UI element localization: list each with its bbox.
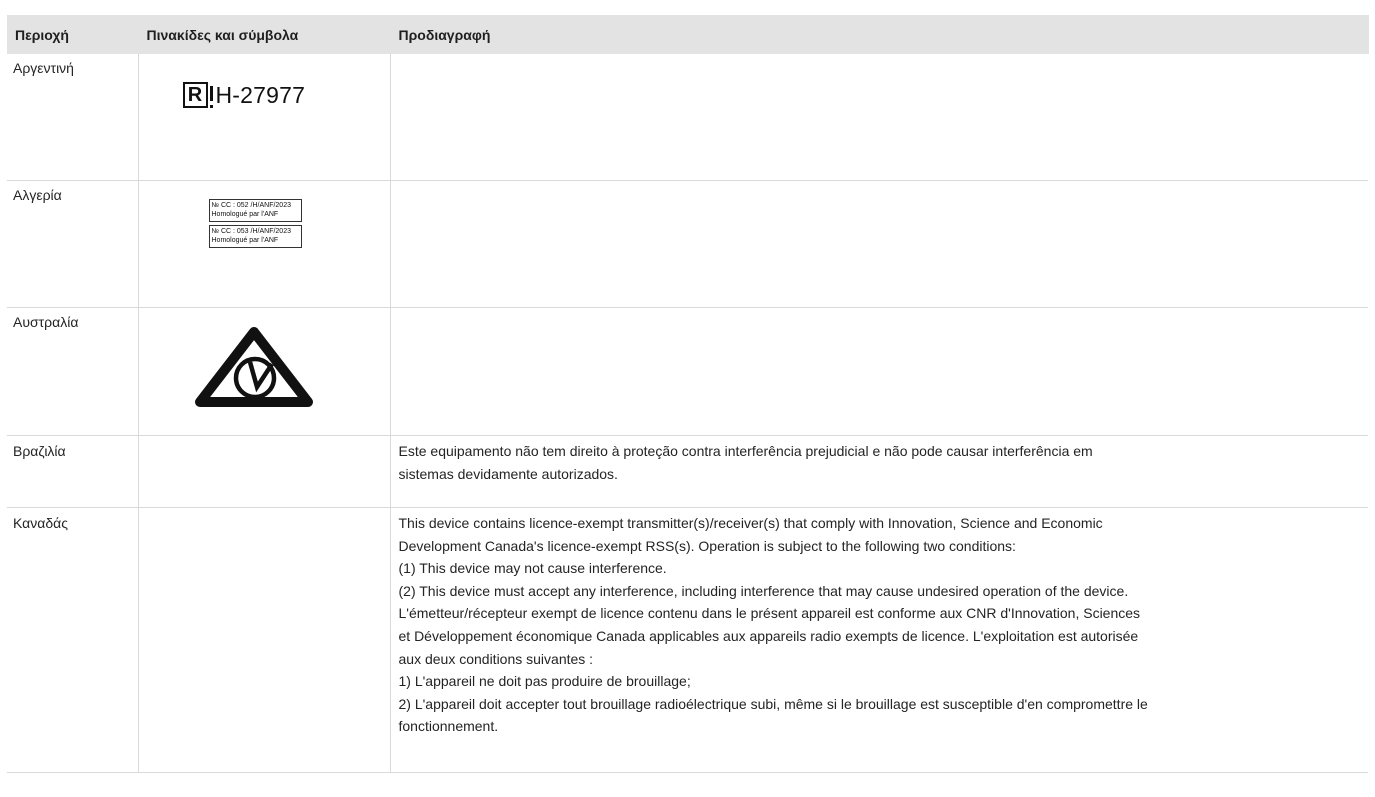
- spec-cell: This device contains licence-exempt tran…: [390, 507, 1368, 773]
- spec-cell: Este equipamento não tem direito à prote…: [390, 435, 1368, 508]
- region-cell: Αργεντινή: [7, 54, 139, 181]
- table-row: Αυστραλία: [7, 307, 1368, 436]
- marks-cell: R H-27977: [138, 54, 391, 181]
- table-row: Βραζιλία Este equipamento não tem direit…: [7, 435, 1368, 508]
- spec-line: L'émetteur/récepteur exempt de licence c…: [398, 605, 1141, 622]
- header-region: Περιοχή: [7, 15, 139, 54]
- marks-cell: [138, 507, 391, 773]
- page: Περιοχή Πινακίδες και σύμβολα Προδιαγραφ…: [0, 0, 1375, 797]
- algeria-label-text: Homologué par l'ANF: [211, 211, 279, 218]
- table-row: Καναδάς This device contains licence-exe…: [7, 507, 1368, 773]
- r-mark-exclamation: [209, 85, 213, 108]
- spec-line: This device contains licence-exempt tran…: [398, 515, 1103, 531]
- marks-cell: [138, 307, 391, 436]
- header-marks: Πινακίδες και σύμβολα: [138, 15, 391, 54]
- spec-line: et Développement économique Canada appli…: [398, 627, 1139, 644]
- algeria-label-number: № CC : 052 /H/ANF/2023: [211, 202, 292, 209]
- spec-cell: [390, 54, 1368, 181]
- algeria-label-text: Homologué par l'ANF: [211, 237, 279, 244]
- regulatory-table: Περιοχή Πινακίδες και σύμβολα Προδιαγραφ…: [7, 15, 1369, 773]
- spec-line: fonctionnement.: [398, 718, 499, 735]
- spec-line: Este equipamento não tem direito à prote…: [398, 443, 1093, 459]
- r-mark-icon: R: [182, 82, 208, 108]
- algeria-label: № CC : 052 /H/ANF/2023 Homologué par l'A…: [208, 199, 302, 222]
- spec-line: 1) L'appareil ne doit pas produire de br…: [398, 673, 691, 690]
- spec-line: (2) This device must accept any interfer…: [398, 582, 1129, 599]
- table-row: Αλγερία № CC : 052 /H/ANF/2023 Homologué…: [7, 180, 1368, 308]
- table-row: Αργεντινή R H-27977: [7, 54, 1368, 181]
- table-header-row: Περιοχή Πινακίδες και σύμβολα Προδιαγραφ…: [7, 15, 1369, 54]
- spec-line: sistemas devidamente autorizados.: [398, 465, 618, 482]
- rcm-compliance-icon: [190, 322, 318, 410]
- marks-cell: [138, 435, 391, 508]
- spec-line: Development Canada's licence-exempt RSS(…: [398, 537, 1016, 554]
- argentina-mark-code: H-27977: [215, 81, 306, 108]
- region-cell: Βραζιλία: [7, 435, 139, 508]
- spec-cell: [390, 307, 1368, 436]
- spec-line: aux deux conditions suivantes :: [398, 650, 594, 667]
- spec-line: (1) This device may not cause interferen…: [398, 560, 667, 577]
- rcm-triangle-icon: [194, 327, 313, 407]
- spec-line: 2) L'appareil doit accepter tout brouill…: [398, 695, 1148, 712]
- algeria-label-number: № CC : 053 /H/ANF/2023: [211, 228, 292, 235]
- spec-cell: [390, 180, 1368, 308]
- argentina-mark: R H-27977: [182, 81, 382, 108]
- algeria-labels: № CC : 052 /H/ANF/2023 Homologué par l'A…: [208, 199, 382, 248]
- region-cell: Αλγερία: [7, 180, 139, 308]
- region-cell: Αυστραλία: [7, 307, 139, 436]
- region-cell: Καναδάς: [7, 507, 139, 773]
- marks-cell: № CC : 052 /H/ANF/2023 Homologué par l'A…: [138, 180, 391, 308]
- header-spec: Προδιαγραφή: [390, 15, 1369, 54]
- algeria-label: № CC : 053 /H/ANF/2023 Homologué par l'A…: [208, 225, 302, 248]
